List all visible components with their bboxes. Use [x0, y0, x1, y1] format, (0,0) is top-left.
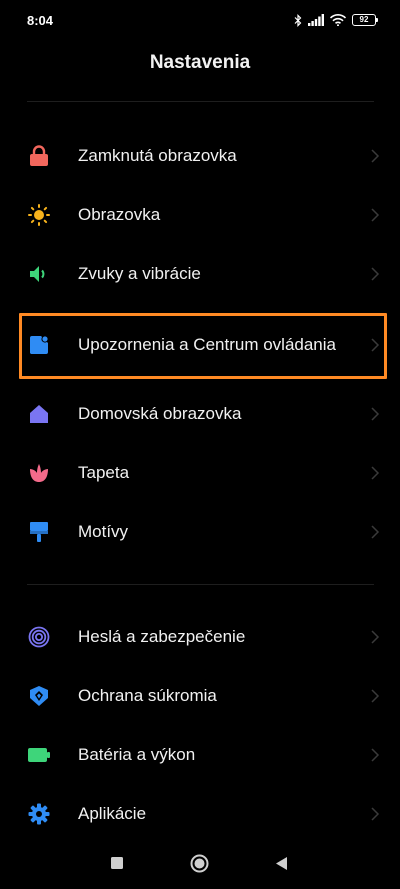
chevron-right-icon	[371, 465, 380, 480]
settings-item-label: Tapeta	[78, 462, 130, 482]
bluetooth-icon	[294, 13, 302, 27]
battery-performance-icon	[28, 744, 50, 766]
settings-item-label: Motívy	[78, 521, 129, 541]
chevron-right-icon	[371, 266, 380, 281]
sun-icon	[28, 203, 50, 226]
settings-item-label: Zvuky a vibrácie	[78, 263, 201, 283]
settings-item-passwords-security[interactable]: Heslá a zabezpečenie	[0, 607, 400, 666]
battery-icon: 92	[352, 14, 378, 26]
status-time: 8:04	[27, 13, 54, 28]
lock-icon	[28, 144, 50, 167]
tulip-icon	[28, 462, 50, 484]
settings-item-sound[interactable]: Zvuky a vibrácie	[0, 244, 400, 303]
privacy-shield-icon	[28, 685, 50, 707]
fingerprint-icon	[28, 626, 50, 648]
settings-item-apps[interactable]: Aplikácie	[0, 784, 400, 843]
signal-icon	[308, 14, 324, 26]
home-button-icon[interactable]	[190, 854, 209, 873]
recent-apps-icon[interactable]	[111, 857, 123, 869]
status-bar: 8:04 92	[0, 0, 400, 40]
settings-item-lock-screen[interactable]: Zamknutá obrazovka	[0, 126, 400, 185]
chevron-right-icon	[371, 629, 380, 644]
home-icon	[28, 403, 50, 425]
back-icon[interactable]	[275, 856, 288, 871]
settings-item-battery[interactable]: Batéria a výkon	[0, 725, 400, 784]
settings-item-display[interactable]: Obrazovka	[0, 185, 400, 244]
chevron-right-icon	[371, 406, 380, 421]
settings-item-wallpaper[interactable]: Tapeta	[0, 443, 400, 502]
battery-level: 92	[359, 15, 369, 24]
settings-item-home-screen[interactable]: Domovská obrazovka	[0, 384, 400, 443]
settings-item-label: Batéria a výkon	[78, 744, 196, 764]
settings-item-label: Obrazovka	[78, 204, 161, 224]
settings-item-notifications[interactable]: Upozornenia a Centrum ovládania	[0, 312, 400, 378]
settings-item-themes[interactable]: Motívy	[0, 502, 400, 561]
wifi-icon	[330, 14, 346, 26]
settings-item-label: Domovská obrazovka	[78, 403, 242, 423]
divider	[27, 101, 374, 102]
gear-icon	[28, 803, 50, 825]
chevron-right-icon	[371, 148, 380, 163]
chevron-right-icon	[371, 688, 380, 703]
settings-item-label: Zamknutá obrazovka	[78, 145, 237, 165]
chevron-right-icon	[371, 524, 380, 539]
chevron-right-icon	[371, 806, 380, 821]
chevron-right-icon	[371, 338, 380, 352]
notification-icon	[28, 334, 50, 356]
settings-item-privacy[interactable]: Ochrana súkromia	[0, 666, 400, 725]
settings-item-label: Ochrana súkromia	[78, 685, 217, 705]
settings-item-label: Upozornenia a Centrum ovládania	[78, 335, 336, 354]
chevron-right-icon	[371, 207, 380, 222]
settings-item-label: Aplikácie	[78, 803, 147, 823]
speaker-icon	[28, 263, 50, 285]
page-title: Nastavenia	[149, 52, 251, 73]
brush-icon	[28, 521, 50, 543]
status-icons: 92	[294, 13, 378, 27]
chevron-right-icon	[371, 747, 380, 762]
settings-item-label: Heslá a zabezpečenie	[78, 626, 246, 646]
divider	[27, 584, 374, 585]
navigation-bar	[0, 838, 400, 888]
